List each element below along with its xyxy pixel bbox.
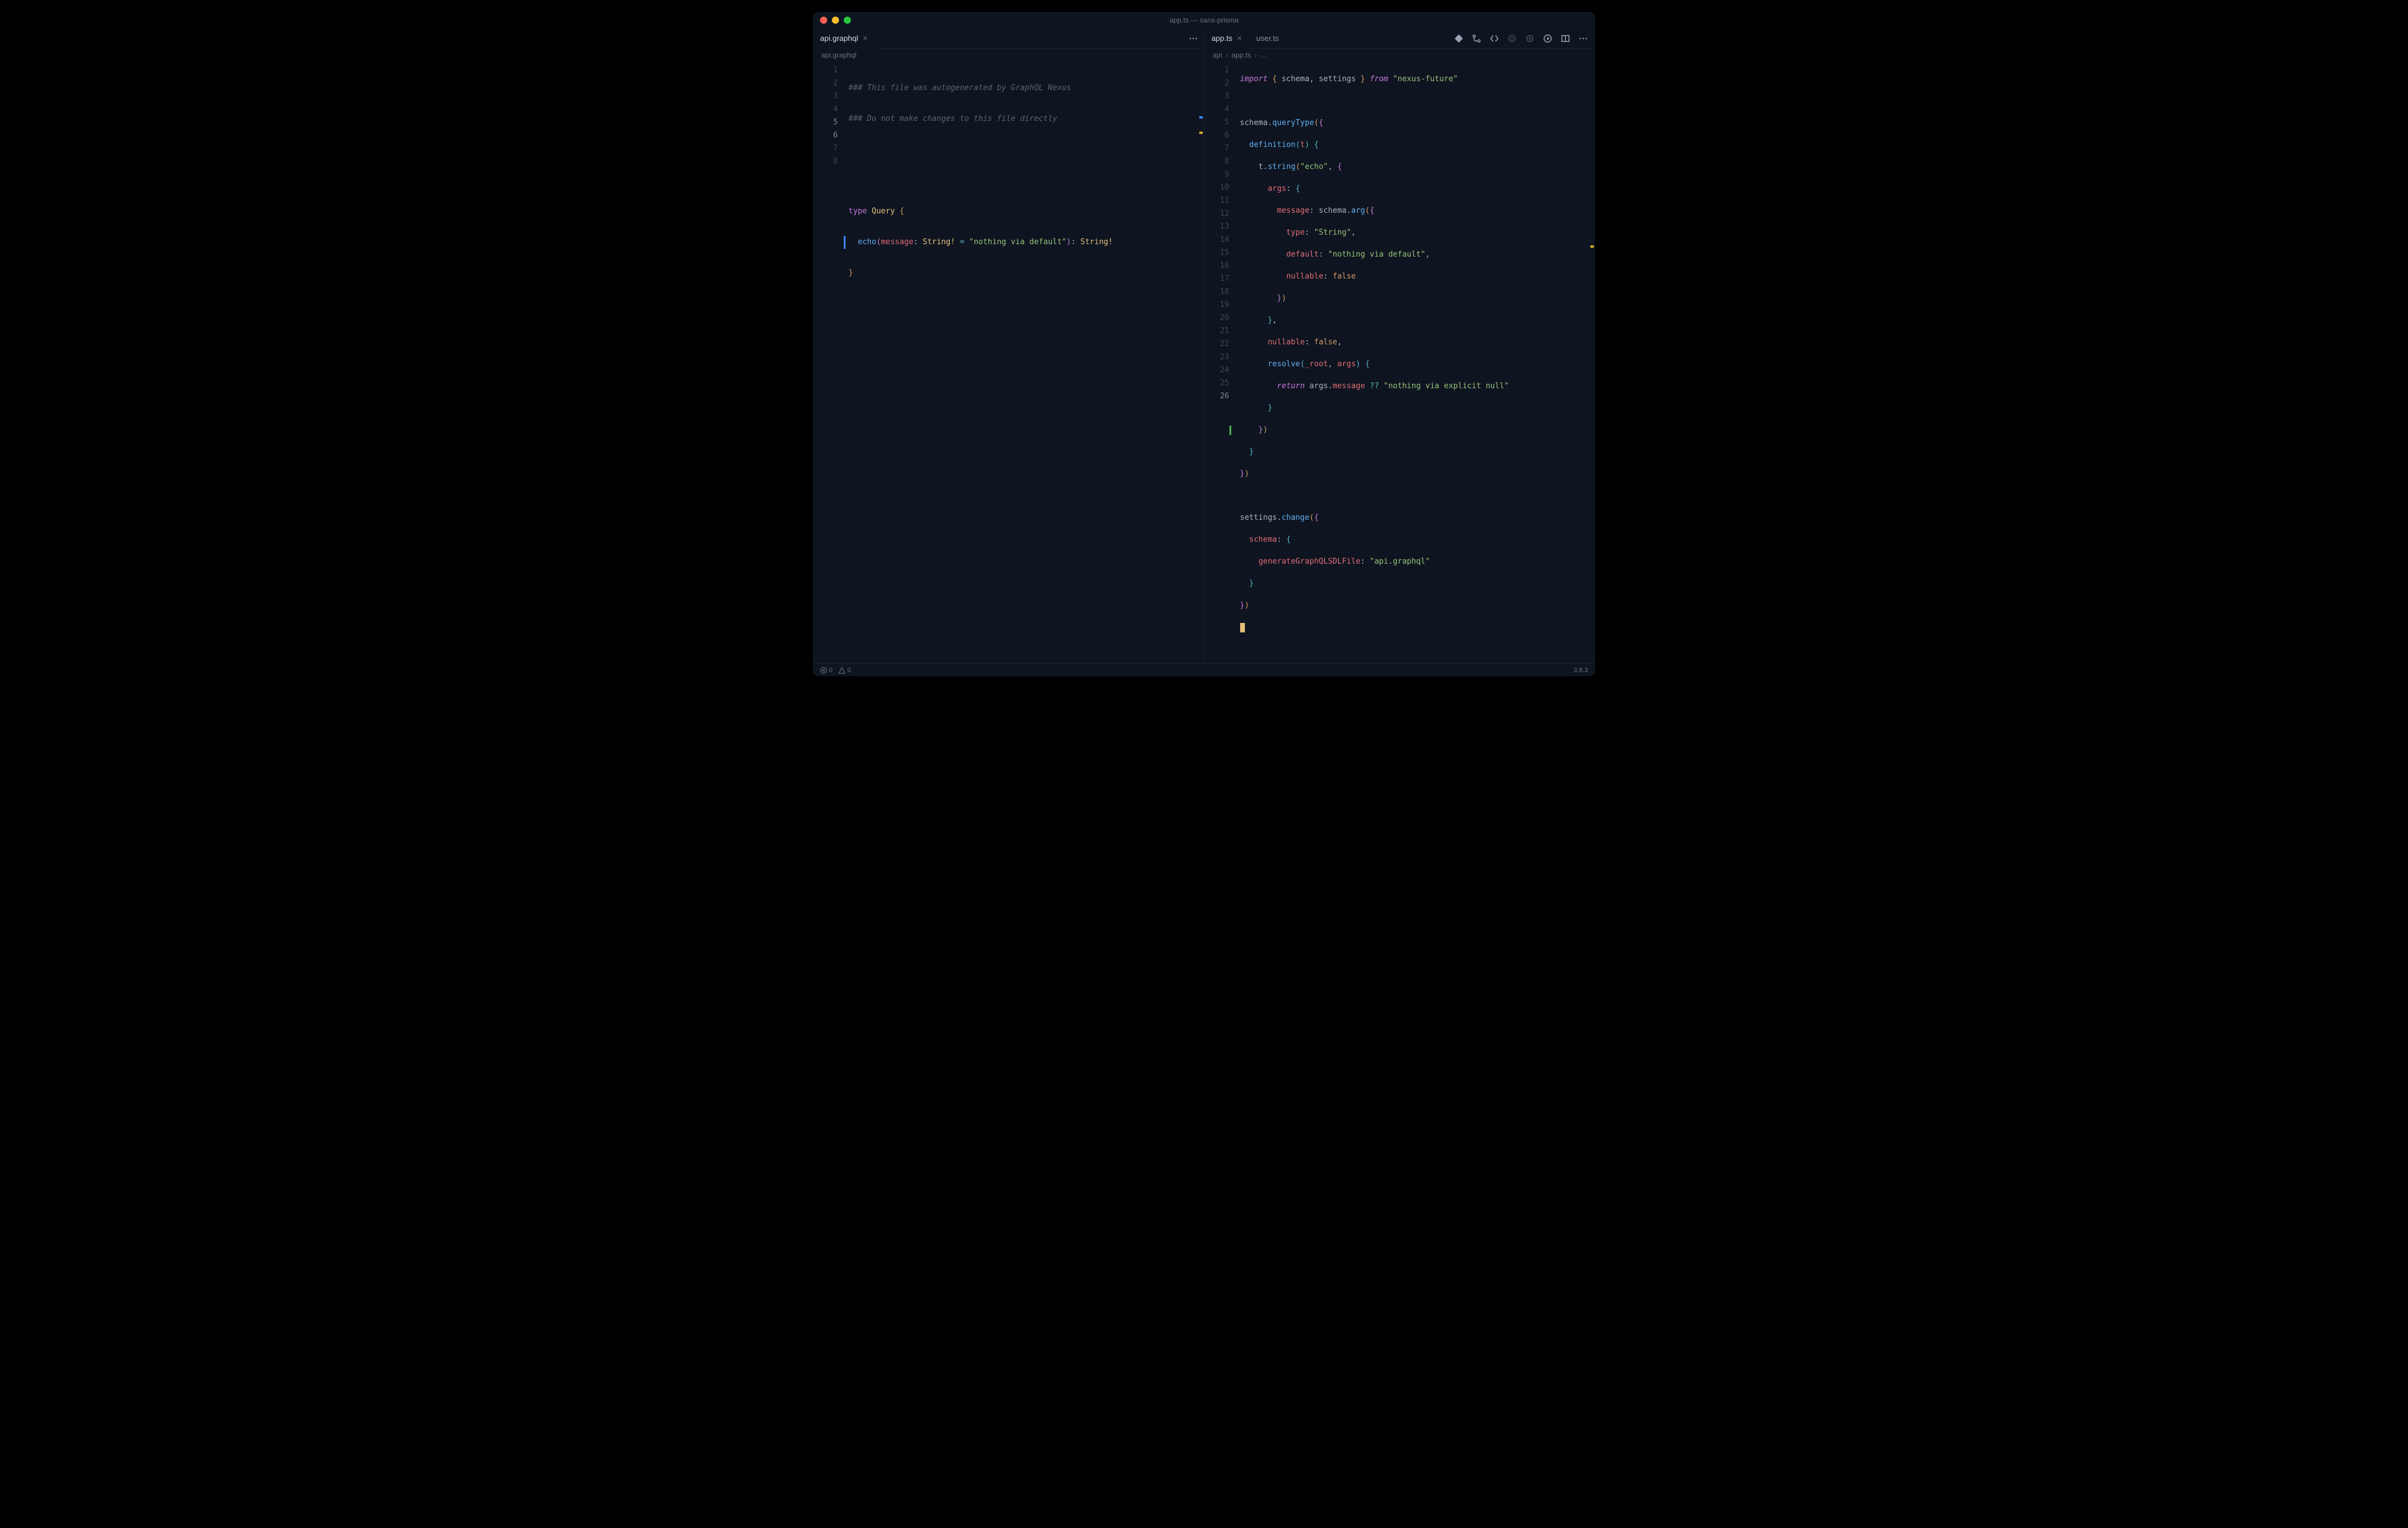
- close-window-button[interactable]: [820, 17, 827, 24]
- left-gutter: 1234 5678: [813, 62, 844, 663]
- source-control-icon[interactable]: [1454, 34, 1464, 43]
- right-breadcrumb[interactable]: api › app.ts › ...: [1205, 49, 1596, 62]
- warning-icon: [838, 667, 846, 674]
- chevron-right-icon: ›: [1226, 51, 1228, 59]
- split-body: api.graphql × api.graphql 1234 5678 ### …: [813, 28, 1595, 663]
- left-tabs: api.graphql ×: [813, 28, 1204, 49]
- right-tabs: app.ts × user.ts: [1205, 28, 1596, 49]
- status-errors[interactable]: 0: [820, 667, 832, 674]
- right-minimap[interactable]: [1587, 62, 1595, 663]
- breadcrumb-item: ...: [1260, 51, 1266, 59]
- status-version[interactable]: 3.8.3: [1574, 667, 1588, 674]
- right-gutter: 12345 678910 1112131415 1617181920 21222…: [1205, 62, 1235, 663]
- error-icon: [820, 667, 827, 674]
- tab-label: api.graphql: [820, 34, 858, 43]
- tab-label: app.ts: [1212, 34, 1232, 43]
- left-minimap[interactable]: [1196, 62, 1204, 663]
- breadcrumb-item: app.ts: [1232, 51, 1251, 59]
- editor-window: app.ts — sans-prisma api.graphql × api.g…: [813, 12, 1595, 676]
- chevron-right-icon: ›: [1254, 51, 1257, 59]
- right-toolbar: [1454, 34, 1595, 43]
- previous-change-icon[interactable]: [1507, 34, 1517, 43]
- text-cursor: [1240, 623, 1245, 632]
- breadcrumb-item: api.graphql: [821, 51, 856, 59]
- right-code[interactable]: import { schema, settings } from "nexus-…: [1235, 62, 1596, 663]
- tab-api-graphql[interactable]: api.graphql ×: [813, 28, 875, 49]
- close-icon[interactable]: ×: [863, 34, 867, 42]
- ellipsis-icon: [1189, 34, 1198, 43]
- close-icon[interactable]: ×: [1237, 34, 1242, 42]
- tab-overflow-button[interactable]: [1183, 34, 1204, 43]
- breadcrumb-item: api: [1213, 51, 1222, 59]
- next-change-icon[interactable]: [1525, 34, 1535, 43]
- titlebar: app.ts — sans-prisma: [813, 12, 1595, 28]
- tab-app-ts[interactable]: app.ts ×: [1205, 28, 1250, 49]
- right-editor-pane: app.ts × user.ts: [1205, 28, 1596, 663]
- traffic-lights: [820, 17, 851, 24]
- minimize-window-button[interactable]: [832, 17, 839, 24]
- left-code[interactable]: ### This file was autogenerated by Graph…: [844, 62, 1204, 663]
- more-actions-icon[interactable]: [1578, 34, 1588, 43]
- left-editor-pane: api.graphql × api.graphql 1234 5678 ### …: [813, 28, 1205, 663]
- status-warnings[interactable]: 0: [838, 667, 851, 674]
- open-changes-icon[interactable]: [1490, 34, 1499, 43]
- split-editor-icon[interactable]: [1561, 34, 1570, 43]
- zoom-window-button[interactable]: [844, 17, 851, 24]
- run-icon[interactable]: [1543, 34, 1552, 43]
- compare-changes-icon[interactable]: [1472, 34, 1481, 43]
- left-breadcrumb[interactable]: api.graphql: [813, 49, 1204, 62]
- statusbar: 0 0 3.8.3: [813, 663, 1595, 676]
- window-title: app.ts — sans-prisma: [1170, 16, 1239, 24]
- tab-label: user.ts: [1256, 34, 1279, 43]
- right-editor[interactable]: 12345 678910 1112131415 1617181920 21222…: [1205, 62, 1596, 663]
- left-editor[interactable]: 1234 5678 ### This file was autogenerate…: [813, 62, 1204, 663]
- tab-user-ts[interactable]: user.ts: [1249, 28, 1286, 49]
